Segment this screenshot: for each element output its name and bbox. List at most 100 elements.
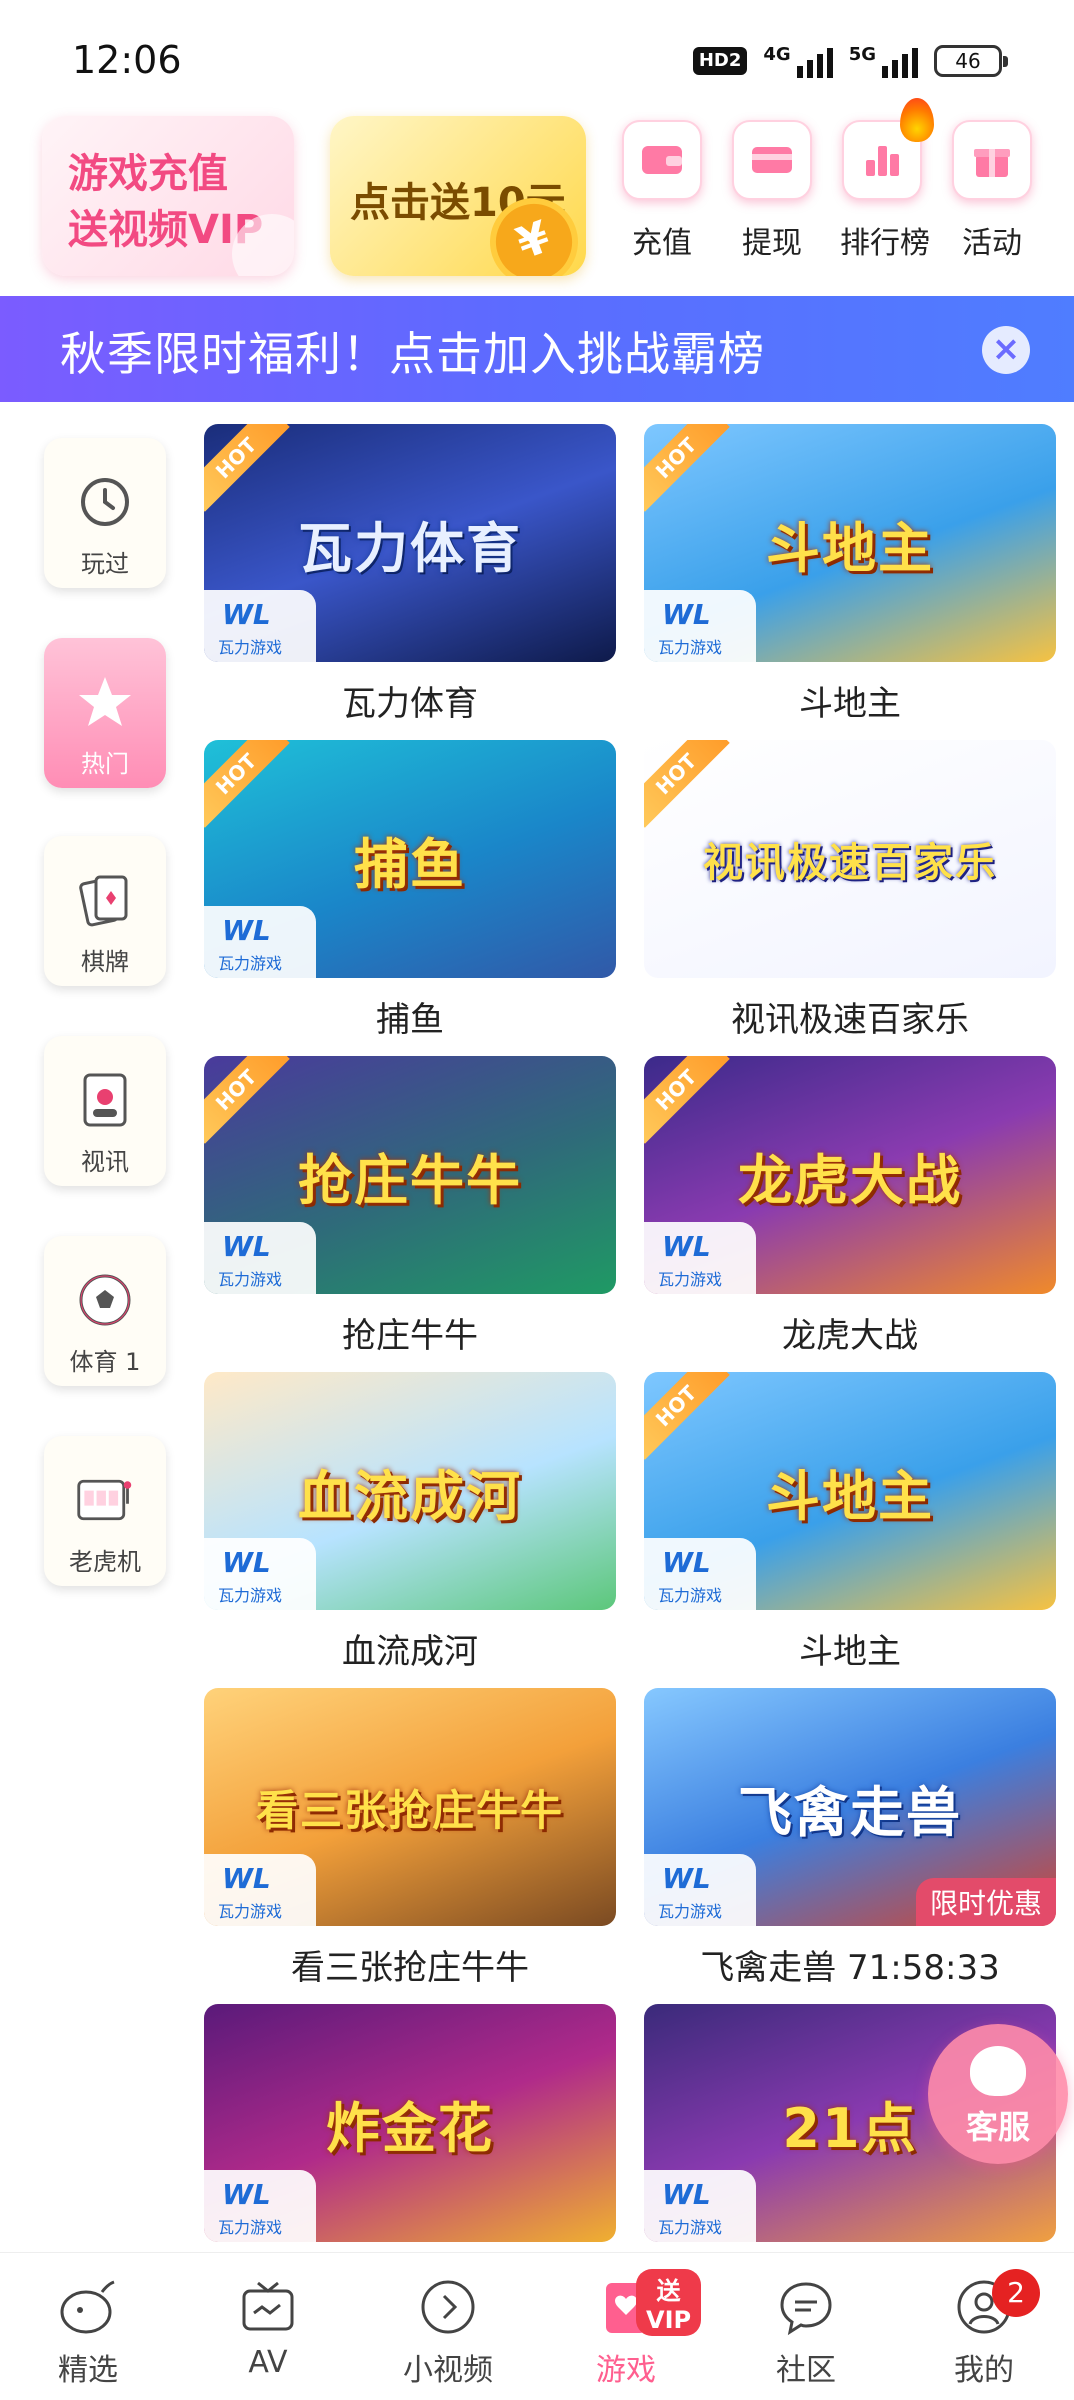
status-bar: 12:06 HD2 4G 5G 46 (0, 0, 1074, 100)
wl-logo: WL 瓦力游戏 (204, 1854, 316, 1926)
wallet-icon (622, 120, 702, 200)
quick-link-activity[interactable]: 活动 (950, 120, 1034, 262)
free-10-yuan-promo[interactable]: 点击送10元 ¥ (330, 116, 586, 276)
wl-logo: WL 瓦力游戏 (644, 590, 756, 662)
tv-icon (236, 2275, 300, 2339)
game-name: 龙虎大战 (782, 1316, 918, 1356)
recharge-vip-promo[interactable]: 游戏充值 送视频VIP (42, 116, 294, 276)
ranking-icon (842, 98, 934, 200)
game-art-title: 抢庄牛牛 (298, 1148, 522, 1212)
slot-machine-icon (75, 1470, 135, 1530)
game-art-title: 血流成河 (298, 1464, 522, 1528)
tab-label: 游戏 (596, 2353, 656, 2388)
quick-link-label: 活动 (962, 226, 1022, 261)
game-card-doudizhu[interactable]: 斗地主 HOT WL 瓦力游戏 (644, 424, 1056, 662)
game-name: 斗地主 (799, 684, 901, 724)
game-art-title: 斗地主 (766, 516, 934, 580)
video-icon (75, 1070, 135, 1130)
star-icon (75, 672, 135, 732)
wl-logo: WL 瓦力游戏 (204, 2170, 316, 2242)
game-name: 捕鱼 (376, 1000, 444, 1040)
bottom-tab-bar: 精选 AV 小视频 送VIP 游戏 社区 2 我的 (0, 2252, 1074, 2400)
tab-short-video[interactable]: 小视频 (378, 2253, 518, 2400)
tab-mine[interactable]: 2 我的 (914, 2253, 1054, 2400)
quick-link-ranking[interactable]: 排行榜 (840, 98, 934, 262)
game-name: 抢庄牛牛 (342, 1316, 478, 1356)
autumn-promo-banner[interactable]: 秋季限时福利！点击加入挑战霸榜 × (0, 296, 1074, 402)
game-art-title: 视讯极速百家乐 (703, 840, 997, 886)
customer-service-button[interactable]: 客服 (928, 2024, 1068, 2164)
sidebar-item-played[interactable]: 玩过 (44, 438, 166, 588)
game-name: 瓦力体育 (342, 684, 478, 724)
sidebar-item-live-video[interactable]: 视讯 (44, 1036, 166, 1186)
cards-icon (75, 870, 135, 930)
signal-4g-icon: 4G (763, 44, 833, 78)
game-card-xueliu-chenghe[interactable]: 血流成河 WL 瓦力游戏 (204, 1372, 616, 1610)
game-card-zhajinhua[interactable]: 炸金花 WL 瓦力游戏 (204, 2004, 616, 2242)
sidebar-item-label: 玩过 (81, 550, 129, 578)
notification-count-badge: 2 (992, 2269, 1040, 2317)
game-name: 斗地主 (799, 1632, 901, 1672)
sidebar-item-label: 热门 (81, 750, 129, 778)
game-card-kansanzhang-niuniu[interactable]: 看三张抢庄牛牛 WL 瓦力游戏 (204, 1688, 616, 1926)
wl-logo: WL 瓦力游戏 (204, 1538, 316, 1610)
sidebar-item-hot[interactable]: 热门 (44, 638, 166, 788)
close-icon[interactable]: × (982, 326, 1030, 374)
tab-av[interactable]: AV (198, 2253, 338, 2400)
game-card-qiangzhuang-niuniu[interactable]: 抢庄牛牛 HOT WL 瓦力游戏 (204, 1056, 616, 1294)
game-card-doudizhu-2[interactable]: 斗地主 HOT WL 瓦力游戏 (644, 1372, 1056, 1610)
wl-logo: WL 瓦力游戏 (644, 2170, 756, 2242)
tab-label: 小视频 (403, 2353, 493, 2388)
banner-text: 秋季限时福利！点击加入挑战霸榜 (60, 327, 765, 381)
game-card-wali-sports[interactable]: 瓦力体育 HOT WL 瓦力游戏 (204, 424, 616, 662)
quick-link-recharge[interactable]: 充值 (620, 120, 704, 262)
flame-icon (900, 98, 934, 142)
sidebar-item-slot-machine[interactable]: 老虎机 (44, 1436, 166, 1586)
tab-label: 精选 (58, 2353, 118, 2388)
game-art-title: 看三张抢庄牛牛 (255, 1785, 564, 1835)
quick-link-label: 充值 (632, 226, 692, 261)
game-name: 血流成河 (342, 1632, 478, 1672)
game-card-speed-baccarat[interactable]: 视讯极速百家乐 HOT (644, 740, 1056, 978)
tab-games[interactable]: 送VIP 游戏 (556, 2253, 702, 2400)
game-card-birds-beasts[interactable]: 飞禽走兽 WL 瓦力游戏 限时优惠 (644, 1688, 1056, 1926)
sidebar-item-sports[interactable]: 体育 1 (44, 1236, 166, 1386)
game-art-title: 炸金花 (326, 2096, 494, 2160)
headset-icon (970, 2046, 1026, 2096)
tab-featured[interactable]: 精选 (18, 2253, 158, 2400)
sidebar-item-label: 视讯 (81, 1148, 129, 1176)
gift-icon (952, 120, 1032, 200)
sidebar-item-chess-cards[interactable]: 棋牌 (44, 836, 166, 986)
quick-link-withdraw[interactable]: 提现 (730, 120, 814, 262)
send-vip-badge: 送VIP (636, 2269, 702, 2336)
game-art-title: 21点 (782, 2096, 918, 2160)
game-name: 视讯极速百家乐 (731, 1000, 969, 1040)
battery-icon: 46 (934, 45, 1008, 77)
wl-logo: WL 瓦力游戏 (644, 1222, 756, 1294)
tab-community[interactable]: 社区 (736, 2253, 876, 2400)
play-circle-icon (416, 2275, 480, 2339)
game-card-fishing[interactable]: 捕鱼 HOT WL 瓦力游戏 (204, 740, 616, 978)
quick-link-label: 排行榜 (840, 226, 930, 261)
hd-icon: HD2 (692, 47, 748, 75)
quick-link-label: 提现 (742, 226, 802, 261)
card-icon (732, 120, 812, 200)
wl-logo: WL 瓦力游戏 (204, 1222, 316, 1294)
signal-5g-icon: 5G (849, 44, 918, 78)
melon-icon (56, 2275, 120, 2339)
history-icon (75, 472, 135, 532)
sidebar-item-label: 棋牌 (81, 948, 129, 976)
game-card-dragon-tiger[interactable]: 龙虎大战 HOT WL 瓦力游戏 (644, 1056, 1056, 1294)
chat-icon (774, 2275, 838, 2339)
customer-service-label: 客服 (965, 2108, 1030, 2146)
wl-logo: WL 瓦力游戏 (644, 1854, 756, 1926)
status-time: 12:06 (72, 38, 182, 82)
game-art-title: 龙虎大战 (738, 1148, 962, 1212)
tab-label: 我的 (954, 2353, 1014, 2388)
status-icons: HD2 4G 5G 46 (692, 44, 1008, 78)
soccer-icon (75, 1270, 135, 1330)
game-art-title: 捕鱼 (354, 832, 466, 896)
game-art-title: 斗地主 (766, 1464, 934, 1528)
game-name: 看三张抢庄牛牛 (291, 1948, 529, 1988)
sidebar-item-label: 体育 1 (69, 1348, 141, 1376)
